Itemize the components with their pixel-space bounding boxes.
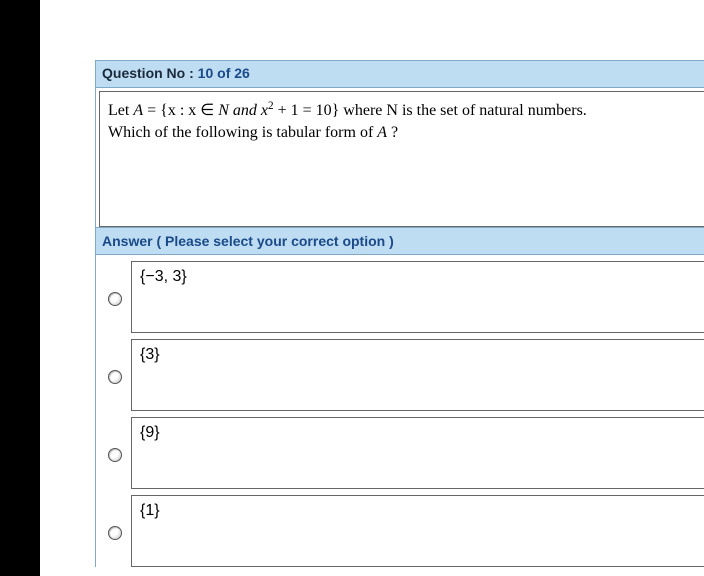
q-text-frag: and x (229, 102, 268, 119)
radio-icon[interactable] (108, 448, 122, 462)
question-number-header: Question No : 10 of 26 (95, 60, 704, 88)
answer-header: Answer ( Please select your correct opti… (95, 228, 704, 255)
question-body-container: Let A = {x : x ∈ N and x2 + 1 = 10} wher… (95, 88, 704, 228)
q-text-var-A: A (133, 102, 143, 119)
q-text-frag: Which of the following is tabular form o… (108, 124, 377, 141)
option-row[interactable]: {1} (99, 489, 704, 567)
q-text-frag: ? (387, 124, 398, 141)
option-text: {9} (140, 424, 160, 441)
option-box[interactable]: {3} (131, 339, 704, 411)
option-radio-cell[interactable] (99, 448, 131, 462)
q-text-frag: Let (108, 102, 133, 119)
question-text: Let A = {x : x ∈ N and x2 + 1 = 10} wher… (99, 91, 704, 227)
option-radio-cell[interactable] (99, 370, 131, 384)
question-current-number: 10 (198, 65, 214, 81)
q-text-var-A: A (377, 124, 387, 141)
option-text: {−3, 3} (140, 268, 187, 285)
q-text-frag: + 1 = 10} where N is the set of natural … (274, 102, 587, 119)
question-page: Question No : 10 of 26 Let A = {x : x ∈ … (95, 60, 704, 567)
q-text-frag: = {x : x ∈ (143, 102, 218, 119)
option-row[interactable]: {−3, 3} (99, 255, 704, 333)
radio-icon[interactable] (108, 370, 122, 384)
option-row[interactable]: {9} (99, 411, 704, 489)
options-container: {−3, 3} {3} {9} {1} (95, 255, 704, 567)
q-text-var-N: N (218, 102, 229, 119)
question-of-word: of (213, 65, 234, 81)
radio-icon[interactable] (108, 526, 122, 540)
option-row[interactable]: {3} (99, 333, 704, 411)
q-text-exponent: 2 (268, 100, 274, 112)
question-label-prefix: Question No : (102, 65, 198, 81)
option-text: {1} (140, 502, 160, 519)
left-margin-strip (0, 0, 40, 576)
option-box[interactable]: {−3, 3} (131, 261, 704, 333)
option-box[interactable]: {1} (131, 495, 704, 567)
radio-icon[interactable] (108, 292, 122, 306)
option-text: {3} (140, 346, 160, 363)
option-radio-cell[interactable] (99, 292, 131, 306)
option-radio-cell[interactable] (99, 526, 131, 540)
answer-header-label: Answer ( Please select your correct opti… (102, 233, 394, 249)
option-box[interactable]: {9} (131, 417, 704, 489)
question-total-number: 26 (234, 65, 250, 81)
